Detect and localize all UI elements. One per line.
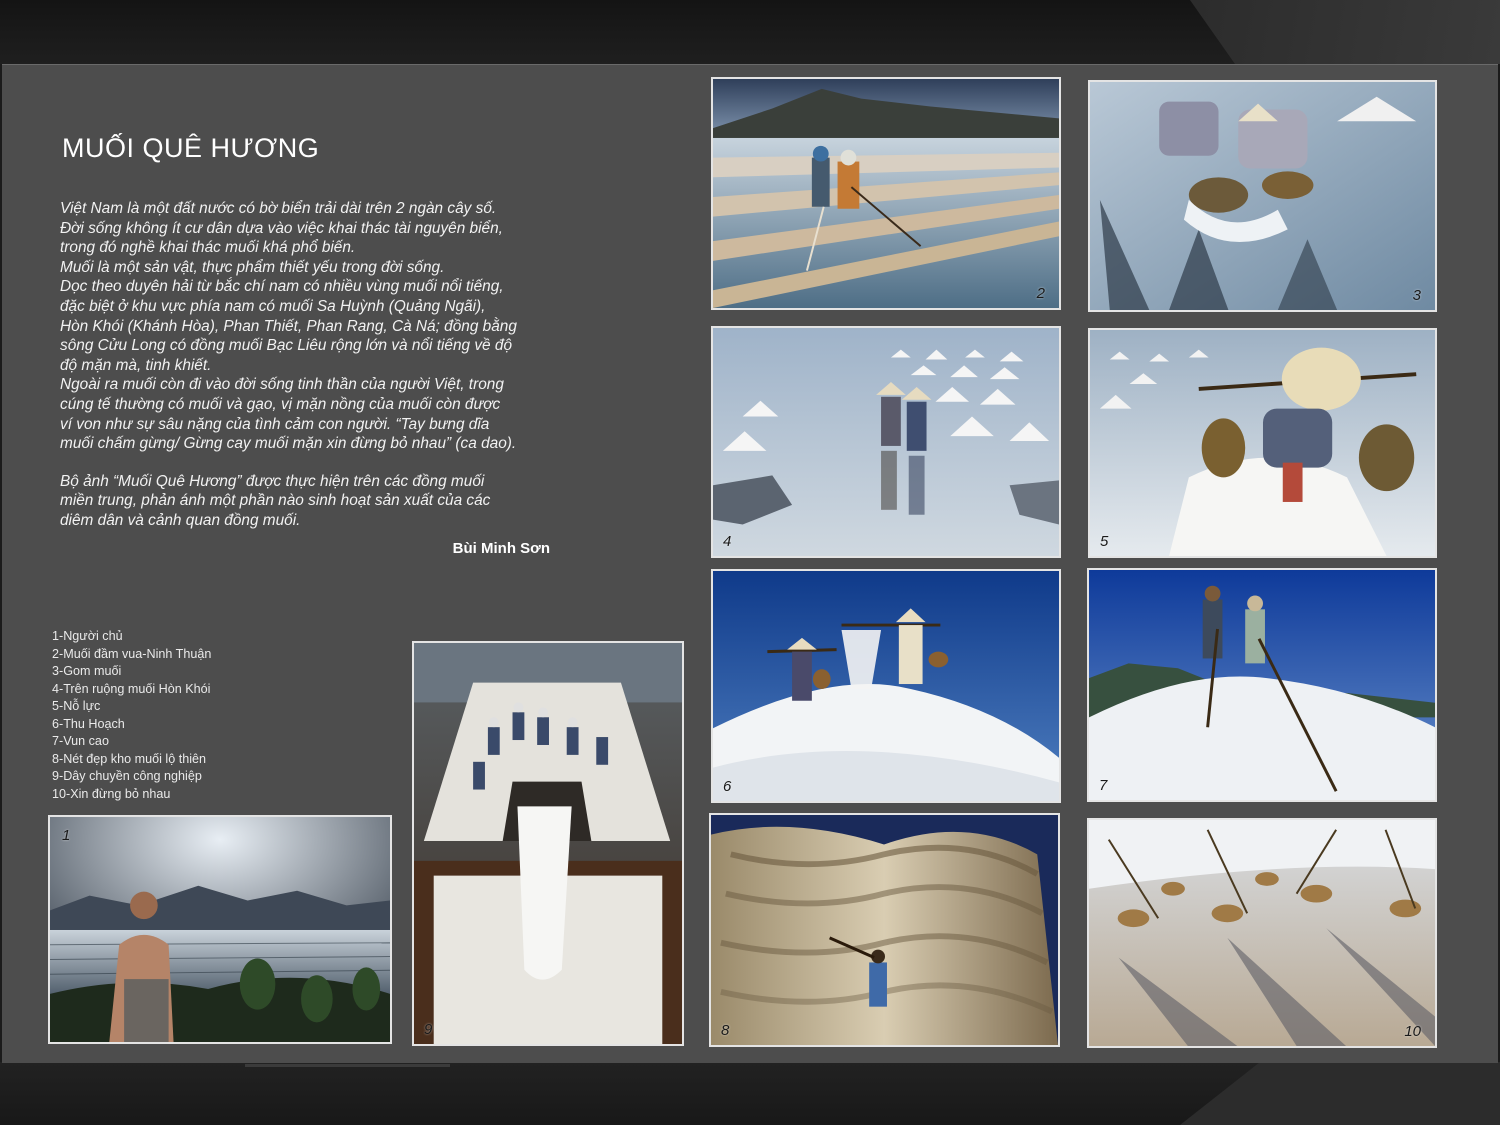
photo-8: 8 (709, 813, 1060, 1047)
caption-item: 6-Thu Hoạch (52, 716, 125, 731)
caption-item: 10-Xin đừng bỏ nhau (52, 786, 171, 801)
intro-line: sông Cửu Long có đồng muối Bạc Liêu rộng… (60, 337, 513, 355)
photo-number: 7 (1099, 777, 1108, 794)
intro-line: cúng tế thường có muối và gạo, vị mặn nồ… (60, 395, 501, 413)
photo-5: 5 (1088, 328, 1437, 558)
intro-line: đặc biệt ở khu vực phía nam có muối Sa H… (60, 297, 486, 315)
intro-line: Dọc theo duyên hải từ bắc chí nam có nhi… (60, 278, 504, 296)
author-name: Bùi Minh Sơn (452, 540, 550, 557)
photo-number: 8 (721, 1022, 730, 1039)
outro-line: miền trung, phản ánh một phần nào sinh h… (60, 492, 491, 510)
photo-number: 6 (723, 778, 732, 795)
outro-line: diêm dân và cảnh quan đồng muối. (60, 511, 301, 529)
caption-item: 7-Vun cao (52, 734, 109, 748)
intro-line: Đời sống không ít cư dân dựa vào việc kh… (60, 219, 503, 237)
photo-3: 3 (1088, 80, 1437, 312)
photo-number: 1 (62, 827, 71, 844)
intro-line: trong đó nghề khai thác muối khá phổ biế… (60, 239, 356, 257)
photo-number: 5 (1100, 533, 1109, 550)
photo-4: 4 (711, 326, 1061, 558)
photo-7: 7 (1087, 568, 1437, 802)
intro-text: Việt Nam là một đất nước có bờ biển trải… (60, 199, 560, 531)
intro-line: độ mặn mà, tinh khiết. (60, 356, 212, 374)
photo-10: 10 (1087, 818, 1437, 1048)
caption-item: 9-Dây chuyền công nghiệp (52, 769, 202, 783)
intro-line: Hòn Khói (Khánh Hòa), Phan Thiết, Phan R… (60, 317, 517, 335)
intro-line: Việt Nam là một đất nước có bờ biển trải… (60, 200, 497, 217)
photo-number: 3 (1412, 287, 1421, 304)
caption-item: 8-Nét đẹp kho muối lộ thiên (52, 751, 207, 766)
caption-item: 3-Gom muối (52, 664, 122, 678)
intro-line: muối chấm gừng/ Gừng cay muối mặn xin đừ… (60, 435, 517, 453)
photo-1: 1 (48, 815, 392, 1044)
caption-item: 2-Muối đầm vua-Ninh Thuận (52, 646, 212, 661)
caption-list: 1-Người chủ 2-Muối đầm vua-Ninh Thuận 3-… (52, 628, 211, 803)
intro-line: Muối là một sản vật, thực phẩm thiết yếu… (60, 258, 445, 276)
photo-number: 10 (1404, 1023, 1421, 1040)
photo-2: 2 (711, 77, 1061, 310)
caption-item: 5-Nỗ lực (52, 699, 101, 713)
photo-number: 9 (424, 1021, 433, 1038)
page-title: MUỐI QUÊ HƯƠNG (62, 133, 320, 163)
caption-item: 1-Người chủ (52, 629, 123, 643)
photo-number: 4 (723, 533, 732, 550)
photo-9: 9 (412, 641, 684, 1046)
intro-line: ví von như sự sâu nặng của tình cảm con … (60, 415, 490, 433)
bottom-divider (245, 1064, 450, 1067)
photo-6: 6 (711, 569, 1061, 803)
photo-number: 2 (1036, 285, 1045, 302)
intro-line: Ngoài ra muối còn đi vào đời sống tinh t… (60, 376, 504, 394)
outro-line: Bộ ảnh “Muối Quê Hương” được thực hiện t… (60, 472, 485, 490)
caption-item: 4-Trên ruộng muối Hòn Khói (52, 681, 211, 696)
